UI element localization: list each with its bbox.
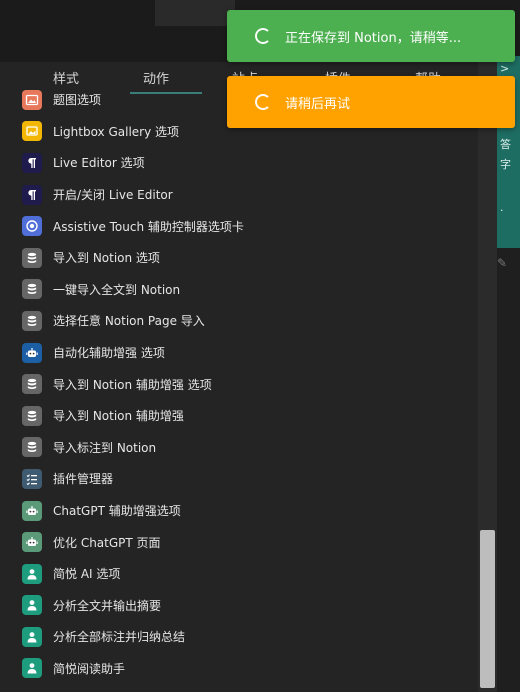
menu-item-label: 导入到 Notion 辅助增强 选项 bbox=[53, 377, 212, 392]
robot-icon bbox=[22, 532, 42, 553]
toast-retry: 请稍后再试 bbox=[227, 76, 515, 128]
action-list: 题图选项 Lightbox Gallery 选项 Live Editor 选项开启/… bbox=[0, 84, 478, 684]
robot-icon bbox=[22, 342, 42, 363]
menu-item[interactable]: Assistive Touch 辅助控制器选项卡 bbox=[0, 210, 478, 242]
menu-item[interactable]: 导入标注到 Notion bbox=[0, 432, 478, 464]
assistive-touch-icon bbox=[22, 216, 42, 237]
menu-item-label: 一键导入全文到 Notion bbox=[53, 282, 181, 297]
spinner-icon bbox=[255, 94, 271, 110]
toast-message: 正在保存到 Notion，请稍等... bbox=[285, 30, 462, 46]
menu-item-label: 导入到 Notion 辅助增强 bbox=[53, 409, 184, 424]
top-dark-block bbox=[155, 0, 235, 26]
menu-item-label: 导入到 Notion 选项 bbox=[53, 251, 160, 266]
menu-item-label: 选择任意 Notion Page 导入 bbox=[53, 314, 205, 329]
menu-item-label: Lightbox Gallery 选项 bbox=[53, 124, 180, 139]
side-panel-arrow-icon[interactable]: > bbox=[500, 62, 509, 75]
side-panel-dot: · bbox=[500, 204, 504, 217]
menu-item[interactable]: 导入到 Notion 选项 bbox=[0, 242, 478, 274]
pilcrow-icon bbox=[22, 184, 42, 205]
menu-item-label: 插件管理器 bbox=[53, 472, 114, 487]
database-icon bbox=[22, 405, 42, 426]
toast-saving: 正在保存到 Notion，请稍等... bbox=[227, 10, 515, 62]
menu-item-label: 导入标注到 Notion bbox=[53, 440, 157, 455]
menu-item[interactable]: ChatGPT 辅助增强选项 bbox=[0, 495, 478, 527]
database-icon bbox=[22, 374, 42, 395]
gallery-icon bbox=[22, 121, 42, 142]
spinner-icon bbox=[255, 28, 271, 44]
menu-item-label: ChatGPT 辅助增强选项 bbox=[53, 504, 181, 519]
side-panel-text: 答 bbox=[500, 138, 511, 151]
actions-menu: 样式 动作 站点 插件 帮助 题图选项Lightbox Gallery 选项Li… bbox=[0, 62, 497, 692]
robot-icon bbox=[22, 500, 42, 521]
side-panel-text: 字 bbox=[500, 158, 511, 171]
menu-item[interactable]: 分析全文并输出摘要 bbox=[0, 590, 478, 622]
menu-item-label: 自动化辅助增强 选项 bbox=[53, 346, 165, 361]
menu-item-label: Assistive Touch 辅助控制器选项卡 bbox=[53, 219, 244, 234]
menu-item[interactable]: 开启/关闭 Live Editor bbox=[0, 179, 478, 211]
database-icon bbox=[22, 437, 42, 458]
menu-item-label: Live Editor 选项 bbox=[53, 156, 145, 171]
pencil-icon[interactable]: ✎ bbox=[497, 256, 507, 270]
menu-item[interactable]: 插件管理器 bbox=[0, 463, 478, 495]
menu-item[interactable]: 简悦阅读助手 bbox=[0, 653, 478, 685]
menu-item[interactable]: 导入到 Notion 辅助增强 选项 bbox=[0, 368, 478, 400]
image-icon bbox=[22, 89, 42, 110]
menu-item[interactable]: 一键导入全文到 Notion bbox=[0, 274, 478, 306]
menu-item-label: 开启/关闭 Live Editor bbox=[53, 188, 173, 203]
menu-item[interactable]: 选择任意 Notion Page 导入 bbox=[0, 305, 478, 337]
menu-item-label: 题图选项 bbox=[53, 93, 102, 108]
pilcrow-icon bbox=[22, 152, 42, 173]
menu-item[interactable]: 分析全部标注并归纳总结 bbox=[0, 621, 478, 653]
menu-item-label: 简悦 AI 选项 bbox=[53, 567, 121, 582]
database-icon bbox=[22, 247, 42, 268]
menu-item[interactable]: 自动化辅助增强 选项 bbox=[0, 337, 478, 369]
menu-item-label: 优化 ChatGPT 页面 bbox=[53, 535, 161, 550]
menu-item-label: 分析全部标注并归纳总结 bbox=[53, 630, 186, 645]
scrollbar-thumb[interactable] bbox=[480, 530, 495, 688]
menu-item[interactable]: 简悦 AI 选项 bbox=[0, 558, 478, 590]
menu-item[interactable]: Live Editor 选项 bbox=[0, 147, 478, 179]
menu-item-label: 分析全文并输出摘要 bbox=[53, 598, 162, 613]
database-icon bbox=[22, 279, 42, 300]
user-icon bbox=[22, 626, 42, 647]
toast-message: 请稍后再试 bbox=[285, 96, 351, 112]
user-icon bbox=[22, 658, 42, 679]
menu-item-label: 简悦阅读助手 bbox=[53, 661, 126, 676]
database-icon bbox=[22, 310, 42, 331]
menu-item[interactable]: 导入到 Notion 辅助增强 bbox=[0, 400, 478, 432]
list-check-icon bbox=[22, 468, 42, 489]
user-icon bbox=[22, 563, 42, 584]
user-icon bbox=[22, 595, 42, 616]
menu-item[interactable]: 优化 ChatGPT 页面 bbox=[0, 526, 478, 558]
